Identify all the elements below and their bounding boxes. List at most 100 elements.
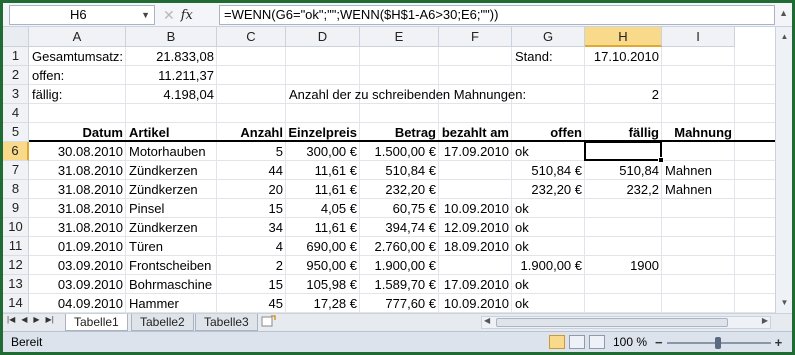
name-box[interactable]: H6 ▼ (9, 5, 155, 25)
cell-area[interactable]: Gesamtumsatz: 21.833,08 offen: 11.211,37 fäl… (29, 47, 775, 313)
table-cell[interactable]: ok (512, 237, 585, 256)
row-header-2[interactable]: 2 (3, 66, 29, 85)
table-cell[interactable]: 17.09.2010 (439, 275, 512, 294)
table-cell[interactable]: Hammer (126, 294, 217, 313)
table-cell[interactable]: Zündkerzen (126, 180, 217, 199)
table-cell[interactable]: Mahnen (662, 161, 735, 180)
column-header-h[interactable]: H (585, 27, 662, 47)
table-cell[interactable]: ok (512, 199, 585, 218)
table-cell[interactable]: 232,20 € (512, 180, 585, 199)
table-cell[interactable]: 34 (217, 218, 286, 237)
table-cell[interactable]: 31.08.2010 (29, 161, 126, 180)
table-cell[interactable]: 01.09.2010 (29, 237, 126, 256)
table-cell[interactable]: 1.900,00 € (360, 256, 439, 275)
row-header-1[interactable]: 1 (3, 47, 29, 66)
table-cell[interactable]: ok (512, 294, 585, 313)
row-header-8[interactable]: 8 (3, 180, 29, 199)
table-cell[interactable]: 15 (217, 199, 286, 218)
table-cell[interactable]: 10.09.2010 (439, 294, 512, 313)
zoom-in-button[interactable]: + (775, 335, 783, 350)
table-cell[interactable]: 510,84 € (360, 161, 439, 180)
row-header-13[interactable]: 13 (3, 275, 29, 294)
row-header-3[interactable]: 3 (3, 85, 29, 104)
table-cell[interactable]: 30.08.2010 (29, 142, 126, 161)
table-cell[interactable]: Bohrmaschine (126, 275, 217, 294)
table-cell[interactable]: 394,74 € (360, 218, 439, 237)
column-header-i[interactable]: I (662, 27, 735, 47)
stand-label[interactable]: Stand: (512, 47, 585, 66)
table-cell[interactable]: 777,60 € (360, 294, 439, 313)
table-cell[interactable]: 105,98 € (286, 275, 360, 294)
table-cell[interactable]: ok (512, 142, 585, 161)
table-cell[interactable]: ok (512, 275, 585, 294)
table-cell[interactable]: 11,61 € (286, 218, 360, 237)
table-cell[interactable]: 510,84 € (512, 161, 585, 180)
table-cell[interactable]: 11,61 € (286, 161, 360, 180)
column-header-d[interactable]: D (286, 27, 360, 47)
table-cell[interactable]: 1900 (585, 256, 662, 275)
scroll-up-icon[interactable]: ▲ (777, 29, 792, 44)
zoom-slider[interactable] (666, 336, 771, 349)
scroll-down-icon[interactable]: ▼ (777, 295, 792, 310)
offen-label[interactable]: offen: (29, 66, 126, 85)
faellig-value[interactable]: 4.198,04 (126, 85, 217, 104)
insert-sheet-icon[interactable] (261, 315, 279, 329)
table-cell[interactable]: ok (512, 218, 585, 237)
table-cell[interactable]: Mahnen (662, 180, 735, 199)
column-header-e[interactable]: E (360, 27, 439, 47)
page-layout-view-icon[interactable] (569, 335, 585, 349)
active-cell-h6[interactable] (584, 141, 664, 163)
table-cell[interactable]: 300,00 € (286, 142, 360, 161)
normal-view-icon[interactable] (549, 335, 565, 349)
tab-tabelle3[interactable]: Tabelle3 (195, 314, 258, 331)
table-cell[interactable]: 31.08.2010 (29, 218, 126, 237)
row-header-7[interactable]: 7 (3, 161, 29, 180)
faellig-label[interactable]: fällig: (29, 85, 126, 104)
column-header-f[interactable]: F (439, 27, 512, 47)
mahnungen-count[interactable]: 2 (585, 85, 662, 104)
table-cell[interactable]: 690,00 € (286, 237, 360, 256)
expand-formula-bar-icon[interactable]: ▲ (779, 8, 788, 18)
table-cell[interactable]: 31.08.2010 (29, 199, 126, 218)
row-header-9[interactable]: 9 (3, 199, 29, 218)
table-cell[interactable]: 44 (217, 161, 286, 180)
tab-tabelle1[interactable]: Tabelle1 (65, 314, 128, 331)
table-cell[interactable]: 11,61 € (286, 180, 360, 199)
table-cell[interactable]: 5 (217, 142, 286, 161)
scroll-left-icon[interactable]: ◀ (484, 316, 490, 325)
table-cell[interactable]: 12.09.2010 (439, 218, 512, 237)
row-header-10[interactable]: 10 (3, 218, 29, 237)
table-cell[interactable]: Türen (126, 237, 217, 256)
table-cell[interactable]: Motorhauben (126, 142, 217, 161)
table-cell[interactable]: 03.09.2010 (29, 256, 126, 275)
fill-handle[interactable] (658, 157, 664, 163)
table-cell[interactable]: 950,00 € (286, 256, 360, 275)
row-header-5[interactable]: 5 (3, 123, 29, 142)
chevron-down-icon[interactable]: ▼ (141, 6, 150, 24)
table-cell[interactable]: 03.09.2010 (29, 275, 126, 294)
column-header-c[interactable]: C (217, 27, 286, 47)
vertical-scrollbar[interactable]: ▲ ▼ (775, 27, 792, 313)
table-cell[interactable]: Zündkerzen (126, 218, 217, 237)
table-cell[interactable]: 04.09.2010 (29, 294, 126, 313)
gesamt-label[interactable]: Gesamtumsatz: (29, 47, 126, 66)
scroll-right-icon[interactable]: ▶ (762, 316, 768, 325)
table-cell[interactable]: 1.500,00 € (360, 142, 439, 161)
table-cell[interactable]: 2 (217, 256, 286, 275)
zoom-level[interactable]: 100 % (613, 335, 647, 349)
table-cell[interactable]: 45 (217, 294, 286, 313)
table-cell[interactable]: 510,84 (585, 161, 662, 180)
tab-tabelle2[interactable]: Tabelle2 (131, 314, 194, 331)
table-cell[interactable]: 232,2 (585, 180, 662, 199)
next-sheet-icon[interactable]: ▶ (33, 315, 39, 324)
table-cell[interactable]: 1.900,00 € (512, 256, 585, 275)
table-cell[interactable]: 2.760,00 € (360, 237, 439, 256)
row-header-6[interactable]: 6 (3, 142, 29, 161)
table-cell[interactable]: 10.09.2010 (439, 199, 512, 218)
table-cell[interactable]: 232,20 € (360, 180, 439, 199)
table-cell[interactable]: 20 (217, 180, 286, 199)
zoom-out-button[interactable]: − (655, 335, 663, 350)
table-cell[interactable]: Pinsel (126, 199, 217, 218)
page-break-view-icon[interactable] (589, 335, 605, 349)
table-cell[interactable]: 17.09.2010 (439, 142, 512, 161)
